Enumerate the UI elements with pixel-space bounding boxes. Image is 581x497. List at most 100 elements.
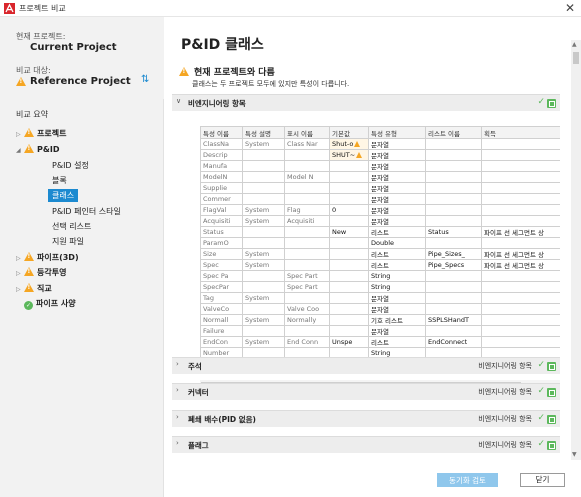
- summary-title: 비교 요약: [16, 110, 48, 119]
- tree-item-painter-styles[interactable]: P&ID 페인터 스타일: [52, 205, 121, 218]
- section-closed-drain[interactable]: › 폐쇄 배수(PID 없음) 비엔지니어링 항목 ✓: [172, 410, 560, 427]
- table-cell: [242, 226, 285, 238]
- footer: 동기화 검토 닫기: [165, 465, 581, 497]
- expander-right-icon[interactable]: ▷: [16, 283, 24, 296]
- table-cell: 문자열: [368, 303, 426, 315]
- expander-right-icon[interactable]: ▷: [16, 128, 24, 141]
- copy-icon[interactable]: [547, 99, 556, 108]
- table-row[interactable]: Manufa 문자열: [200, 160, 560, 172]
- copy-icon[interactable]: [547, 362, 556, 371]
- table-row[interactable]: ClassNa System Class Nar Shut-o 문자열: [200, 138, 560, 150]
- expander-right-icon[interactable]: ▷: [16, 252, 24, 265]
- table-cell: [242, 270, 285, 282]
- expander-right-icon[interactable]: ▷: [16, 267, 24, 280]
- table-cell: 0: [329, 204, 369, 216]
- column-header[interactable]: 획득: [481, 126, 560, 139]
- tree-item-support-files[interactable]: 지원 파일: [52, 235, 84, 248]
- tree-item-project[interactable]: ▷프로젝트: [16, 127, 66, 140]
- tree-item-blocks[interactable]: 블록: [52, 174, 67, 187]
- tree-item-classes[interactable]: 클래스: [48, 189, 79, 202]
- tree-item-pid[interactable]: ◢P&ID: [16, 143, 59, 156]
- copy-icon[interactable]: [547, 388, 556, 397]
- column-header[interactable]: 표시 이름: [284, 126, 330, 139]
- table-row[interactable]: ParamO Double: [200, 237, 560, 249]
- scroll-up-icon[interactable]: ▲: [572, 41, 577, 48]
- expander-down-icon[interactable]: ◢: [16, 144, 24, 157]
- cell-text: String: [371, 272, 391, 280]
- chevron-right-icon[interactable]: ›: [176, 386, 179, 394]
- chevron-right-icon[interactable]: ›: [176, 413, 179, 421]
- table-row[interactable]: ValveCo Valve Coo 문자열: [200, 303, 560, 315]
- table-cell: [481, 171, 560, 183]
- chevron-right-icon[interactable]: ›: [176, 360, 179, 368]
- cell-text: System: [245, 261, 270, 269]
- tree-item-isometric[interactable]: ▷등각투영: [16, 266, 66, 279]
- copy-icon[interactable]: [547, 441, 556, 450]
- table-cell: [329, 193, 369, 205]
- section-annotation[interactable]: › 주석 비엔지니어링 항목 ✓: [172, 357, 560, 374]
- cell-text: New: [332, 228, 347, 236]
- table-cell: [242, 149, 285, 161]
- column-header[interactable]: 특성 설명: [242, 126, 285, 139]
- table-cell: [481, 204, 560, 216]
- table-row[interactable]: ModelN Model N 문자열: [200, 171, 560, 183]
- warning-icon: [24, 252, 34, 261]
- copy-icon[interactable]: [547, 415, 556, 424]
- table-row[interactable]: Commer 문자열: [200, 193, 560, 205]
- section-flag[interactable]: › 플래그 비엔지니어링 항목 ✓: [172, 436, 560, 453]
- table-row[interactable]: Normall System Normally 기호 리스트 SSPLSHandT: [200, 314, 560, 326]
- table-row[interactable]: Spec Pa Spec Part String: [200, 270, 560, 282]
- table-row[interactable]: Size System 리스트 Pipe_Sizes_ 파이프 선 세그먼트 상: [200, 248, 560, 260]
- table-row[interactable]: Acquisiti System Acquisiti 문자열: [200, 215, 560, 227]
- close-icon[interactable]: ✕: [565, 1, 575, 15]
- table-cell: Tag: [200, 292, 243, 304]
- tree-item-pipe-3d[interactable]: ▷파이프(3D): [16, 251, 79, 264]
- review-sync-button[interactable]: 동기화 검토: [437, 473, 498, 487]
- column-header[interactable]: 특성 유형: [368, 126, 426, 139]
- table-cell: 문자열: [368, 292, 426, 304]
- cell-text: Shut-o: [332, 140, 354, 148]
- warning-icon: [16, 77, 26, 88]
- section-connector[interactable]: › 커넥터 비엔지니어링 항목 ✓: [172, 383, 560, 400]
- section-non-engineering[interactable]: ∨ 비엔지니어링 항목 ✓: [172, 94, 560, 111]
- tree-item-select-lists[interactable]: 선택 리스트: [52, 220, 91, 233]
- column-header[interactable]: 특성 이름: [200, 126, 243, 139]
- tree-item-ortho[interactable]: ▷직교: [16, 282, 52, 295]
- table-cell: [425, 325, 482, 337]
- column-header[interactable]: 기본값: [329, 126, 369, 139]
- table-row[interactable]: Status New 리스트 Status 파이프 선 세그먼트 상: [200, 226, 560, 238]
- swap-arrows-icon[interactable]: ⇅: [141, 74, 150, 85]
- column-header[interactable]: 리스트 이름: [425, 126, 482, 139]
- table-cell: [425, 281, 482, 293]
- table-row[interactable]: Tag System 문자열: [200, 292, 560, 304]
- table-row[interactable]: SpecPar Spec Part String: [200, 281, 560, 293]
- chevron-right-icon[interactable]: ›: [176, 439, 179, 447]
- table-row[interactable]: FlagVal System Flag 0 문자열: [200, 204, 560, 216]
- table-cell: [329, 160, 369, 172]
- cell-text: EndCon: [203, 338, 228, 346]
- table-row[interactable]: Descrip SHUT~ 문자열: [200, 149, 560, 161]
- table-cell: 문자열: [368, 204, 426, 216]
- table-row[interactable]: EndCon System End Conn Unspe 리스트 EndConnect: [200, 336, 560, 348]
- tree-item-pipe-spec[interactable]: ✓ 파이프 사양: [24, 297, 76, 310]
- warning-icon: [179, 67, 189, 76]
- scroll-down-icon[interactable]: ▼: [572, 451, 577, 458]
- tree-item-pid-settings[interactable]: P&ID 설정: [52, 159, 89, 172]
- scroll-thumb[interactable]: [573, 52, 579, 64]
- properties-grid[interactable]: 특성 이름 특성 설명 표시 이름 기본값 특성 유형 리스트 이름 획득 ClassNa S…: [200, 126, 560, 380]
- table-row[interactable]: Supplie 문자열: [200, 182, 560, 194]
- table-row[interactable]: Spec System 리스트 Pipe_Specs 파이프 선 세그먼트 상: [200, 259, 560, 271]
- table-cell: Failure: [200, 325, 243, 337]
- cell-text: Acquisiti: [203, 217, 231, 225]
- table-cell: [242, 193, 285, 205]
- chevron-down-icon[interactable]: ∨: [176, 97, 181, 105]
- table-cell: SpecPar: [200, 281, 243, 293]
- table-cell: [284, 248, 330, 260]
- table-cell: ValveCo: [200, 303, 243, 315]
- table-cell: 파이프 선 세그먼트 상: [481, 226, 560, 238]
- close-button[interactable]: 닫기: [520, 473, 565, 487]
- main-vertical-scrollbar[interactable]: ▲ ▼: [571, 40, 581, 460]
- cell-text: Pipe_Sizes_: [428, 250, 465, 258]
- table-row[interactable]: Failure 문자열: [200, 325, 560, 337]
- check-icon: ✓: [537, 97, 545, 107]
